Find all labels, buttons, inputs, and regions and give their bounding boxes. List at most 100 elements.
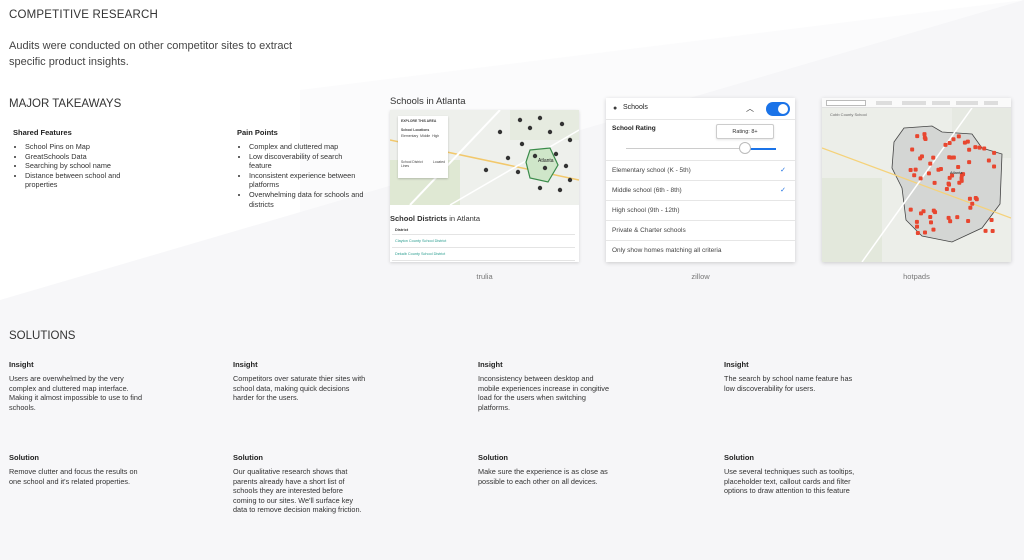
table-row[interactable]: Clayton County School District	[392, 235, 575, 248]
map-pin[interactable]	[928, 161, 933, 166]
map-pin[interactable]	[919, 154, 924, 159]
map-pin[interactable]	[989, 218, 994, 223]
filter-button[interactable]	[876, 101, 892, 105]
list-item[interactable]: Elementary school (K - 5th) ✓	[606, 160, 795, 180]
insight-column-4: Insight The search by school name featur…	[724, 360, 859, 393]
map-pin[interactable]	[948, 219, 953, 224]
filter-button[interactable]	[956, 101, 978, 105]
filter-button[interactable]	[932, 101, 950, 105]
list-item[interactable]: High school (9th - 12th)	[606, 200, 795, 220]
map-pin[interactable]	[928, 215, 933, 220]
option-middle[interactable]: Middle	[420, 134, 430, 138]
map-pin[interactable]	[951, 137, 956, 142]
list-item[interactable]: Private & Charter schools	[606, 220, 795, 240]
map-pin[interactable]	[966, 218, 971, 223]
trulia-filter-panel[interactable]: EXPLORE THIS AREA School Locations Eleme…	[398, 116, 448, 178]
map-pin[interactable]	[926, 171, 931, 176]
list-item[interactable]: Only show homes matching all criteria	[606, 240, 795, 260]
map-city-label: Atlanta	[538, 158, 554, 164]
map-pin[interactable]	[955, 215, 960, 220]
map-pin[interactable]	[910, 147, 915, 152]
map-pin[interactable]	[929, 220, 934, 225]
map-pin[interactable]	[922, 135, 927, 140]
list-item: Inconsistent experience between platform…	[249, 171, 367, 190]
map-pin[interactable]	[919, 211, 924, 216]
insight-label: Insight	[233, 360, 258, 369]
filter-button[interactable]	[984, 101, 998, 105]
map-pin[interactable]	[962, 140, 967, 145]
trulia-subtitle: School Districts in Atlanta	[390, 214, 480, 223]
option-label: Middle school (6th - 8th)	[612, 187, 682, 194]
insight-text: The search by school name feature has lo…	[724, 374, 853, 393]
rating-section: School Rating Rating: 8+	[606, 120, 795, 160]
solution-column-1: Solution Remove clutter and focus the re…	[9, 453, 144, 486]
map-pin[interactable]	[915, 231, 920, 236]
option-boundary[interactable]: School District Lines	[401, 160, 430, 168]
chevron-up-icon[interactable]: ︿	[746, 103, 754, 114]
map-pin[interactable]	[982, 146, 987, 151]
map-pin[interactable]	[915, 224, 920, 229]
solution-text: Use several techniques such as tooltips,…	[724, 467, 855, 496]
map-pin[interactable]	[949, 155, 954, 160]
map-pin[interactable]	[986, 158, 991, 163]
map-pin[interactable]	[967, 160, 972, 165]
insight-text: Inconsistency between desktop and mobile…	[478, 374, 610, 412]
map-pin[interactable]	[992, 150, 997, 155]
map-pin[interactable]	[990, 228, 995, 233]
map-pin[interactable]	[956, 165, 961, 170]
table-row[interactable]: Dekalb County School District	[392, 248, 575, 261]
trulia-caption: trulia	[476, 272, 493, 281]
map-pin[interactable]	[946, 181, 951, 186]
map-pin[interactable]	[914, 219, 919, 224]
map-pin[interactable]	[968, 205, 973, 210]
list-item: Complex and cluttered map	[249, 142, 367, 152]
map-pin[interactable]	[992, 164, 997, 169]
trulia-title: Schools in Atlanta	[390, 96, 466, 107]
takeaways-title: MAJOR TAKEAWAYS	[9, 98, 122, 110]
map-pin[interactable]	[944, 187, 949, 192]
check-icon: ✓	[780, 167, 786, 174]
map-pin[interactable]	[936, 167, 941, 172]
map-pin[interactable]	[973, 196, 978, 201]
option-located[interactable]: Located	[433, 160, 445, 168]
check-icon: ✓	[780, 187, 786, 194]
map-pin[interactable]	[967, 147, 972, 152]
map-pin[interactable]	[943, 142, 948, 147]
schools-toggle[interactable]	[766, 102, 790, 116]
zillow-header-label: Schools	[623, 104, 648, 111]
filter-button[interactable]	[902, 101, 926, 105]
map-pin[interactable]	[932, 180, 937, 185]
map-pin[interactable]	[913, 167, 918, 172]
map-pin[interactable]	[959, 178, 964, 183]
map-pin[interactable]	[973, 145, 978, 150]
zillow-caption: zillow	[691, 272, 710, 281]
map-pin[interactable]	[912, 173, 917, 178]
map-pin[interactable]	[918, 176, 923, 181]
rating-slider-handle[interactable]	[739, 142, 751, 154]
map-pin[interactable]	[956, 134, 961, 139]
option-high[interactable]: High	[432, 134, 439, 138]
map-pin[interactable]	[967, 196, 972, 201]
map-pin[interactable]	[908, 207, 913, 212]
map-pin[interactable]	[983, 228, 988, 233]
solution-text: Remove clutter and focus the results on …	[9, 467, 138, 486]
zillow-header[interactable]: ● Schools ︿	[606, 98, 795, 120]
map-pin[interactable]	[931, 227, 936, 232]
option-elementary[interactable]: Elementary	[401, 134, 418, 138]
map-pin[interactable]	[947, 141, 952, 146]
map-pin[interactable]	[922, 132, 927, 137]
map-pin[interactable]	[977, 145, 982, 150]
map-pin[interactable]	[915, 134, 920, 139]
map-pin[interactable]	[970, 201, 975, 206]
map-pin[interactable]	[931, 155, 936, 160]
map-pin[interactable]	[922, 230, 927, 235]
insight-label: Insight	[724, 360, 749, 369]
option-label: Private & Charter schools	[612, 227, 686, 234]
county-label: Cobb County School	[830, 112, 867, 117]
list-item[interactable]: Middle school (6th - 8th) ✓	[606, 180, 795, 200]
map-pin[interactable]	[951, 188, 956, 193]
hotpads-toolbar	[822, 98, 1011, 108]
map-pin[interactable]	[931, 208, 936, 213]
map-pin[interactable]	[908, 167, 913, 172]
search-input[interactable]	[826, 100, 866, 106]
